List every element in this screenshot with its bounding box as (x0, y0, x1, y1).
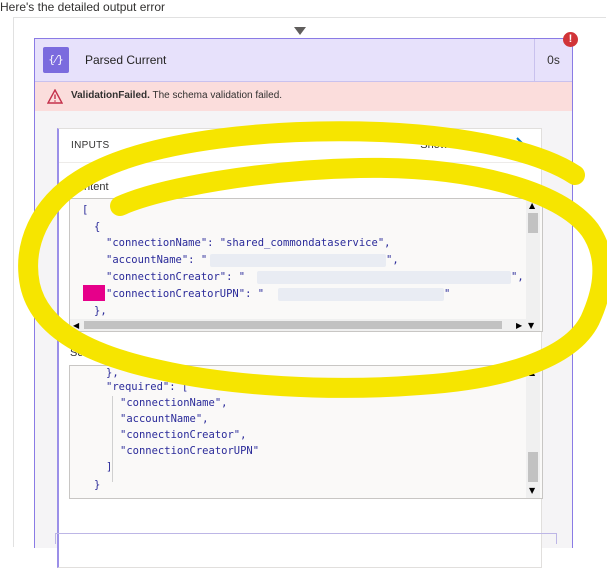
error-code: ValidationFailed. (71, 90, 150, 101)
code-line: [ (82, 204, 89, 216)
intro-text: Here's the detailed output error (0, 0, 166, 14)
error-badge-icon: ! (563, 32, 578, 47)
code-line: "connectionName", (120, 397, 228, 409)
content-label: Content (70, 181, 109, 193)
vertical-scrollbar[interactable]: ▲ (526, 199, 540, 319)
action-title: Parsed Current (85, 53, 167, 67)
scroll-thumb[interactable] (84, 321, 502, 329)
redacted-value (278, 288, 444, 301)
scroll-down-icon[interactable]: ▼ (529, 486, 535, 495)
braces-action-icon: {⁄} (43, 47, 69, 73)
content-code-box[interactable]: [ { "connectionName": "shared_commondata… (69, 198, 543, 332)
error-message: ValidationFailed. The schema validation … (71, 90, 282, 101)
code-line: ", (511, 271, 524, 283)
code-line: ] (106, 461, 113, 473)
code-line: "connectionName": "shared_commondataserv… (106, 237, 391, 249)
schema-code-box[interactable]: }, "required": [ "connectionName", "acco… (69, 365, 543, 499)
redaction-marker (83, 285, 105, 301)
vertical-scrollbar[interactable]: ▲ ▼ (526, 366, 540, 498)
code-line: " (444, 288, 451, 300)
scroll-left-icon[interactable]: ◀ (73, 321, 79, 330)
code-line: }, (106, 367, 119, 379)
redacted-value (210, 254, 386, 267)
code-line: ", (386, 254, 399, 266)
code-line: "accountName", (120, 413, 209, 425)
code-line: "connectionCreatorUPN" (120, 445, 260, 457)
code-line: }, (94, 305, 107, 317)
code-line: "connectionCreator": " (106, 271, 246, 283)
error-description: The schema validation failed. (152, 90, 283, 101)
code-line: } (94, 479, 101, 491)
scroll-thumb[interactable] (528, 452, 538, 482)
code-line: "connectionCreator", (120, 429, 247, 441)
warning-icon (47, 89, 63, 104)
inputs-title: INPUTS (71, 140, 110, 151)
chevron-right-icon[interactable] (515, 137, 525, 151)
code-line: "required": [ (106, 381, 189, 393)
redacted-value (257, 271, 511, 284)
code-line: { (94, 221, 101, 233)
action-card-header[interactable]: {⁄} Parsed Current 0s (35, 39, 572, 82)
schema-label: Schema (70, 347, 111, 359)
scroll-up-icon[interactable]: ▲ (529, 368, 535, 377)
inputs-panel: INPUTS Show raw inputs (57, 128, 542, 568)
scroll-up-icon[interactable]: ▲ (529, 201, 535, 210)
connector-arrow-icon (294, 27, 306, 35)
divider (59, 162, 542, 163)
show-raw-inputs-link[interactable]: Show raw inputs (420, 139, 501, 151)
code-line: "connectionCreatorUPN": " (106, 288, 265, 300)
horizontal-scrollbar[interactable]: ◀ ▶ ▼ (70, 319, 540, 331)
scroll-thumb[interactable] (528, 213, 538, 233)
scroll-down-icon[interactable]: ▼ (528, 321, 534, 330)
scroll-right-icon[interactable]: ▶ (516, 321, 522, 330)
code-line: "accountName": " (106, 254, 208, 266)
error-banner: ValidationFailed. The schema validation … (35, 82, 572, 111)
